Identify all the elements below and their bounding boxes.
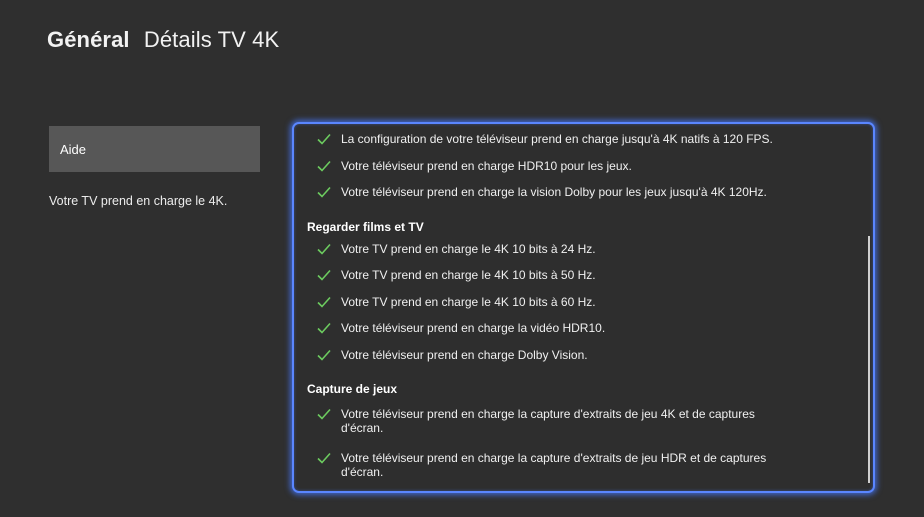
check-icon: [317, 349, 331, 361]
check-icon: [317, 186, 331, 198]
check-icon: [317, 322, 331, 334]
section-title: Général: [47, 27, 130, 52]
list-item: Votre téléviseur prend en charge la vidé…: [317, 321, 837, 335]
section-heading: Regarder films et TV: [307, 220, 424, 234]
list-item: Votre téléviseur prend en charge HDR10 p…: [317, 159, 837, 173]
item-text: Votre TV prend en charge le 4K 10 bits à…: [341, 295, 596, 309]
help-button-label: Aide: [60, 141, 87, 157]
list-item: Votre téléviseur prend en charge Dolby V…: [317, 348, 837, 362]
check-icon: [317, 408, 331, 420]
check-icon: [317, 133, 331, 145]
item-text: Votre téléviseur prend en charge la capt…: [341, 451, 767, 479]
item-text: Votre téléviseur prend en charge la vidé…: [341, 321, 606, 335]
help-description: Votre TV prend en charge le 4K.: [49, 194, 228, 208]
page-header: Général Détails TV 4K: [47, 27, 279, 53]
tv-details-panel[interactable]: La configuration de votre téléviseur pre…: [292, 122, 875, 493]
check-icon: [317, 296, 331, 308]
item-text: Votre téléviseur prend en charge HDR10 p…: [341, 159, 632, 173]
list-item: Votre téléviseur prend en charge la visi…: [317, 185, 837, 199]
item-text: Votre téléviseur prend en charge la capt…: [341, 407, 755, 435]
section-heading: Capture de jeux: [307, 382, 398, 396]
list-item: Votre téléviseur prend en charge la capt…: [317, 407, 787, 435]
help-button[interactable]: Aide: [49, 126, 260, 172]
check-icon: [317, 452, 331, 464]
check-icon: [317, 269, 331, 281]
list-item: Votre TV prend en charge le 4K 10 bits à…: [317, 268, 837, 282]
item-text: Votre TV prend en charge le 4K 10 bits à…: [341, 242, 596, 256]
scrollbar[interactable]: [868, 236, 870, 483]
item-text: Votre téléviseur prend en charge la visi…: [341, 185, 767, 199]
check-icon: [317, 160, 331, 172]
item-text: Votre TV prend en charge le 4K 10 bits à…: [341, 268, 596, 282]
item-text: La configuration de votre téléviseur pre…: [341, 132, 773, 146]
check-icon: [317, 243, 331, 255]
page-title: Détails TV 4K: [143, 27, 280, 52]
list-item: Votre TV prend en charge le 4K 10 bits à…: [317, 295, 837, 309]
item-text: Votre téléviseur prend en charge Dolby V…: [341, 348, 588, 362]
list-item: La configuration de votre téléviseur pre…: [317, 132, 837, 146]
list-item: Votre TV prend en charge le 4K 10 bits à…: [317, 242, 837, 256]
list-item: Votre téléviseur prend en charge la capt…: [317, 451, 787, 479]
